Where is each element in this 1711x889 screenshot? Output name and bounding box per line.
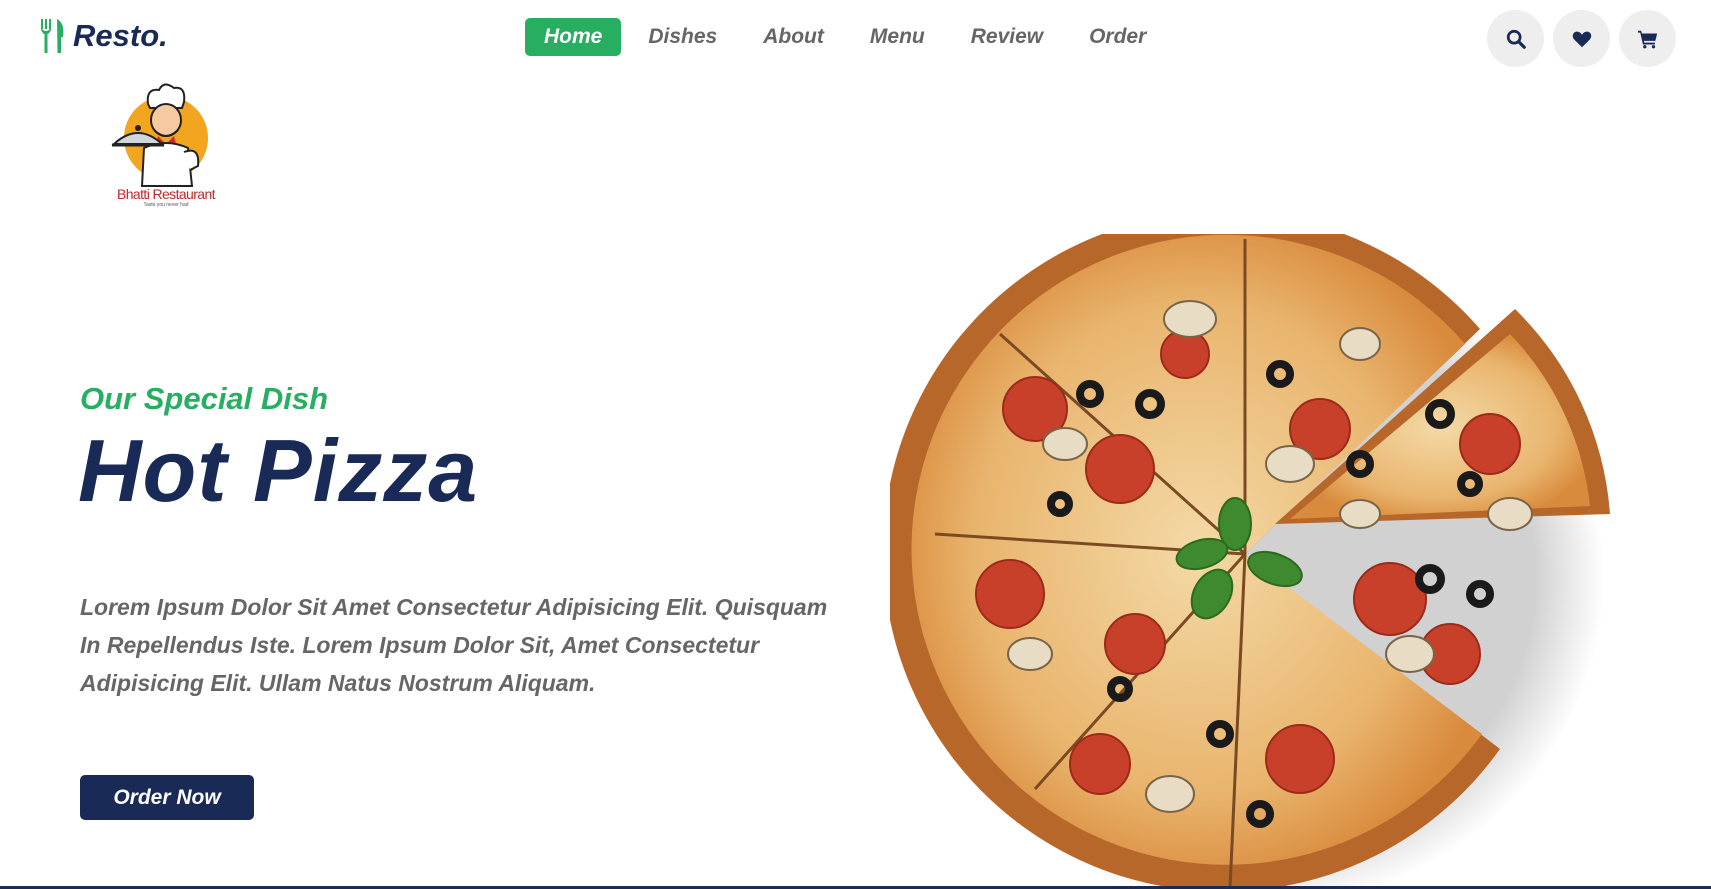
nav-dishes[interactable]: Dishes	[629, 18, 736, 56]
hero-title: Hot Pizza	[78, 421, 479, 520]
nav-review[interactable]: Review	[952, 18, 1062, 56]
favorites-button[interactable]	[1553, 10, 1610, 67]
order-now-button[interactable]: Order Now	[80, 775, 254, 820]
nav-home[interactable]: Home	[525, 18, 622, 56]
header-icons	[1487, 10, 1676, 67]
hero-description: Lorem Ipsum Dolor Sit Amet Consectetur A…	[80, 594, 828, 696]
badge-name: Bhatti Restaurant	[117, 186, 216, 202]
chef-logo-icon	[111, 83, 208, 187]
badge-tagline: Taste you never had	[143, 202, 189, 208]
header: Resto. Home Dishes About Menu Review Ord…	[0, 0, 1711, 74]
nav-about[interactable]: About	[744, 18, 843, 56]
main-nav: Home Dishes About Menu Review Order	[525, 18, 1165, 56]
nav-menu[interactable]: Menu	[851, 18, 944, 56]
search-icon	[1506, 29, 1526, 49]
hero-subtitle: Our Special Dish	[80, 381, 329, 416]
logo[interactable]: Resto.	[41, 18, 168, 54]
utensils-icon	[41, 19, 64, 53]
brand-name: Resto.	[73, 18, 168, 53]
cart-button[interactable]	[1619, 10, 1676, 67]
heart-icon	[1572, 31, 1591, 47]
nav-order[interactable]: Order	[1070, 18, 1165, 56]
pizza-image	[890, 234, 1610, 889]
search-button[interactable]	[1487, 10, 1544, 67]
cart-icon	[1637, 30, 1657, 48]
restaurant-badge: Bhatti Restaurant Taste you never had	[104, 78, 228, 212]
